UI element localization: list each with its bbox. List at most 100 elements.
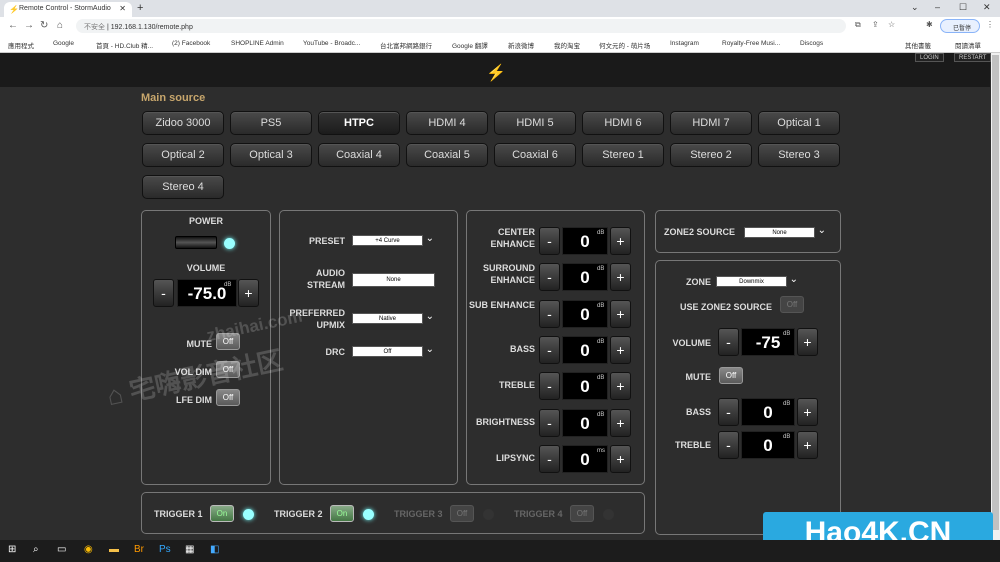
- app-icon[interactable]: ◧: [210, 544, 219, 555]
- bookmark-item[interactable]: 應用程式: [8, 40, 34, 50]
- bookmark-item[interactable]: 其他書籤: [905, 40, 931, 50]
- scrollbar[interactable]: [991, 53, 1000, 540]
- forward-icon[interactable]: →: [24, 20, 34, 31]
- minus-button[interactable]: -: [539, 263, 560, 292]
- source-button-stereo-1[interactable]: Stereo 1: [582, 143, 664, 167]
- trigger-toggle[interactable]: Off: [450, 505, 474, 522]
- home-icon[interactable]: ⌂: [57, 20, 63, 31]
- source-button-stereo-3[interactable]: Stereo 3: [758, 143, 840, 167]
- new-tab-button[interactable]: +: [137, 2, 143, 14]
- minus-button[interactable]: -: [539, 299, 560, 328]
- address-bar[interactable]: 不安全 | 192.168.1.130/remote.php: [76, 19, 846, 33]
- star-icon[interactable]: ☆: [888, 20, 895, 29]
- tone-stepper: -0 dB +: [539, 263, 631, 292]
- zone2-source-select[interactable]: None ⌄: [744, 226, 826, 238]
- upmix-select[interactable]: Native ⌄: [352, 312, 434, 324]
- extensions-icon[interactable]: ✱: [926, 20, 933, 29]
- zone2-bass-plus-button[interactable]: +: [797, 398, 818, 426]
- minus-button[interactable]: -: [539, 227, 560, 255]
- trigger-toggle[interactable]: Off: [570, 505, 594, 522]
- bookmark-item[interactable]: 閱讀清單: [955, 40, 981, 50]
- plus-button[interactable]: +: [610, 335, 631, 364]
- trigger-toggle[interactable]: On: [210, 505, 234, 522]
- plus-button[interactable]: +: [610, 299, 631, 328]
- minus-button[interactable]: -: [539, 335, 560, 364]
- reload-icon[interactable]: ↻: [40, 20, 48, 31]
- photoshop-icon[interactable]: Ps: [159, 544, 171, 555]
- source-button-hdmi-6[interactable]: HDMI 6: [582, 111, 664, 135]
- zone2-treble-minus-button[interactable]: -: [718, 431, 739, 459]
- bookmark-item[interactable]: SHOPLINE Admin: [231, 40, 284, 47]
- back-icon[interactable]: ←: [8, 20, 18, 31]
- browser-tab[interactable]: ⚡ Remote Control - StormAudio ✕: [4, 2, 132, 17]
- chrome-icon[interactable]: ◉: [84, 544, 93, 555]
- volume-minus-button[interactable]: -: [153, 279, 174, 307]
- chevron-down-icon[interactable]: ⌄: [911, 2, 919, 13]
- source-button-optical-3[interactable]: Optical 3: [230, 143, 312, 167]
- trigger-toggle[interactable]: On: [330, 505, 354, 522]
- bookmark-item[interactable]: Instagram: [670, 40, 699, 47]
- source-button-coaxial-5[interactable]: Coaxial 5: [406, 143, 488, 167]
- bookmark-item[interactable]: 我的淘宝: [554, 40, 580, 50]
- preset-select[interactable]: +4 Curve ⌄: [352, 234, 434, 246]
- zone2-volume-minus-button[interactable]: -: [718, 328, 739, 356]
- minus-button[interactable]: -: [539, 408, 560, 437]
- bookmark-item[interactable]: YouTube - Broadc...: [303, 40, 360, 47]
- bookmark-item[interactable]: Google 翻譯: [452, 40, 488, 50]
- lfedim-toggle[interactable]: Off: [216, 389, 240, 406]
- source-button-htpc[interactable]: HTPC: [318, 111, 400, 135]
- bookmark-item[interactable]: Discogs: [800, 40, 823, 47]
- windows-start-icon[interactable]: ⊞: [8, 544, 16, 555]
- source-button-hdmi-4[interactable]: HDMI 4: [406, 111, 488, 135]
- plus-button[interactable]: +: [610, 372, 631, 401]
- volume-plus-button[interactable]: +: [238, 279, 259, 307]
- minus-button[interactable]: -: [539, 372, 560, 401]
- source-button-hdmi-5[interactable]: HDMI 5: [494, 111, 576, 135]
- plus-button[interactable]: +: [610, 408, 631, 437]
- zone2-bass-minus-button[interactable]: -: [718, 398, 739, 426]
- bookmark-item[interactable]: Royalty-Free Musi...: [722, 40, 780, 47]
- minus-button[interactable]: -: [539, 444, 560, 473]
- minimize-button[interactable]: –: [935, 2, 940, 12]
- close-tab-icon[interactable]: ✕: [119, 4, 126, 13]
- bridge-icon[interactable]: Br: [134, 544, 144, 555]
- zone2-mute-toggle[interactable]: Off: [719, 367, 743, 384]
- close-window-button[interactable]: ✕: [983, 2, 991, 13]
- source-button-optical-1[interactable]: Optical 1: [758, 111, 840, 135]
- bookmark-item[interactable]: 首頁 - HD.Club 精...: [96, 40, 153, 50]
- zone2-volume-plus-button[interactable]: +: [797, 328, 818, 356]
- search-icon[interactable]: ⌕: [33, 544, 39, 555]
- task-view-icon[interactable]: ▭: [57, 544, 66, 555]
- plus-button[interactable]: +: [610, 227, 631, 255]
- folder-icon[interactable]: ▬: [109, 544, 119, 555]
- power-switch[interactable]: [175, 236, 217, 249]
- source-button-zidoo-3000[interactable]: Zidoo 3000: [142, 111, 224, 135]
- source-button-optical-2[interactable]: Optical 2: [142, 143, 224, 167]
- bookmark-item[interactable]: Google: [53, 40, 74, 47]
- source-button-coaxial-6[interactable]: Coaxial 6: [494, 143, 576, 167]
- source-button-coaxial-4[interactable]: Coaxial 4: [318, 143, 400, 167]
- login-button[interactable]: LOGIN: [915, 53, 944, 62]
- use-zone2-source-toggle[interactable]: Off: [780, 296, 804, 313]
- media-icon[interactable]: ▦: [185, 544, 194, 555]
- source-button-hdmi-7[interactable]: HDMI 7: [670, 111, 752, 135]
- plus-button[interactable]: +: [610, 263, 631, 292]
- profile-button[interactable]: 已暫停: [940, 19, 980, 33]
- zone2-treble-plus-button[interactable]: +: [797, 431, 818, 459]
- zone-select[interactable]: Downmix ⌄: [716, 275, 798, 287]
- menu-icon[interactable]: ⋮: [986, 20, 994, 29]
- plus-button[interactable]: +: [610, 444, 631, 473]
- source-button-stereo-2[interactable]: Stereo 2: [670, 143, 752, 167]
- bookmark-item[interactable]: (2) Facebook: [172, 40, 210, 47]
- drc-select[interactable]: Off ⌄: [352, 345, 434, 357]
- bookmark-item[interactable]: 新浪微博: [508, 40, 534, 50]
- bookmark-item[interactable]: 台北富邦網路銀行: [380, 40, 432, 50]
- translate-icon[interactable]: ⧉: [855, 20, 861, 30]
- share-icon[interactable]: ⇪: [872, 20, 879, 29]
- restart-button[interactable]: RESTART: [954, 53, 992, 62]
- bookmark-item[interactable]: 何文元的 - 萌片场: [599, 40, 650, 50]
- scrollbar-thumb[interactable]: [992, 55, 999, 530]
- source-button-stereo-4[interactable]: Stereo 4: [142, 175, 224, 199]
- source-button-ps5[interactable]: PS5: [230, 111, 312, 135]
- maximize-button[interactable]: ☐: [959, 2, 967, 13]
